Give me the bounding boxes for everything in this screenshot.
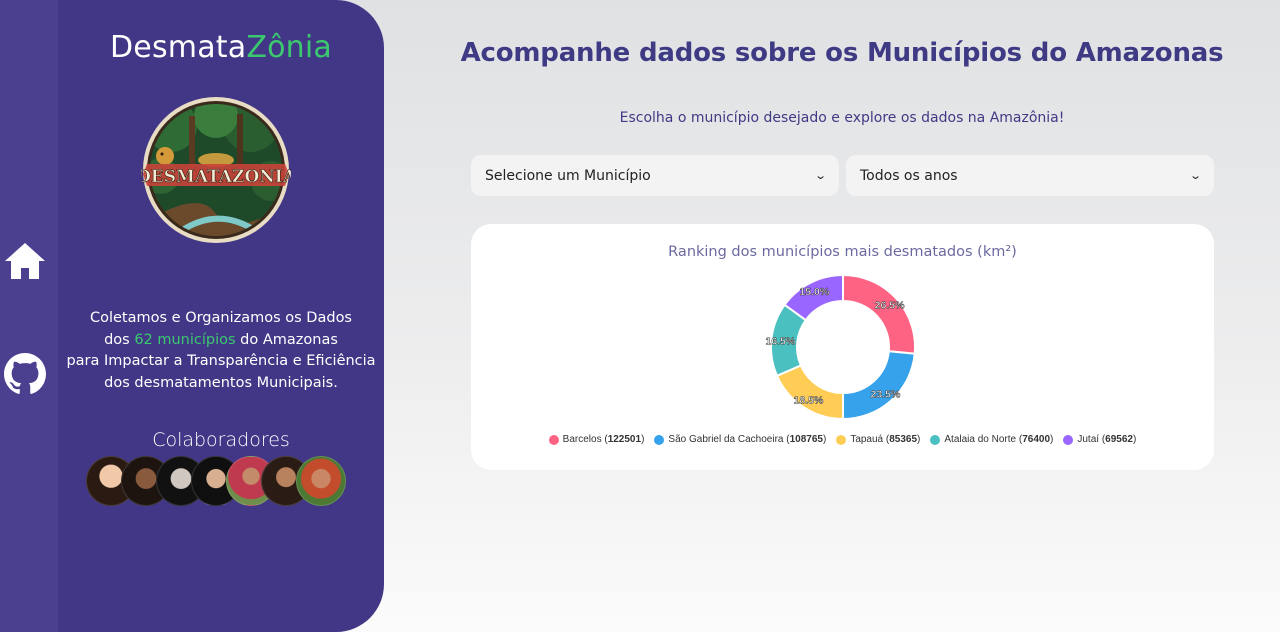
legend-swatch [654,434,665,445]
municipios-count: 62 municípios [134,331,236,348]
brand-prefix: Desmata [110,30,247,65]
legend-swatch [1063,434,1074,445]
icon-rail [0,0,58,632]
desmatazonia-logo: DESMATAZONIA [141,97,291,243]
slice-percent-label: 23.5% [871,389,901,401]
legend-swatch [836,434,847,445]
legend-label: Atalaia do Norte (76400) [944,434,1054,445]
year-select[interactable]: Todos os anos ⌄ [846,155,1214,196]
collaborators-title: Colaboradores [152,429,290,451]
legend-value: 76400 [1022,434,1051,445]
chart-card: Ranking dos municípios mais desmatados (… [471,224,1214,470]
sidebar: DesmataZônia DESMATAZONIA Coletamos e Or… [58,0,384,632]
brand-title[interactable]: DesmataZônia [58,30,384,65]
about-line-2-pre: dos [104,331,135,348]
legend-label: São Gabriel da Cachoeira (108765) [668,434,827,445]
municipio-select[interactable]: Selecione um Município ⌄ [471,155,839,196]
legend-item[interactable]: Atalaia do Norte (76400) [930,434,1053,445]
about-line-2: dos 62 municípios do Amazonas [58,330,384,352]
chart-title: Ranking dos municípios mais desmatados (… [668,244,1017,260]
chart-legend: Barcelos (122501) São Gabriel da Cachoeir… [471,434,1214,445]
logo-text: DESMATAZONIA [141,167,291,187]
donut-slice[interactable] [842,273,916,355]
legend-item[interactable]: Jutaí (69562) [1063,434,1136,445]
donut-slice[interactable] [842,350,916,421]
about-line-3: para Impactar a Transparência e Eficiênc… [66,353,376,369]
page-subtitle: Escolha o município desejado e explore o… [619,110,1065,126]
legend-value: 85365 [889,434,918,445]
about-text: Coletamos e Organizamos os Dados dos 62 … [58,308,384,394]
page-title: Acompanhe dados sobre os Municípios do A… [460,38,1224,68]
donut-chart: 26.5% 23.5% 18.5% 16.5% 15.0% [766,273,916,421]
year-select-value: Todos os anos [860,167,958,184]
brand-suffix: Zônia [246,30,332,65]
legend-label: Tapauá (85365) [850,434,921,445]
avatar[interactable] [296,456,346,506]
home-icon [5,243,45,279]
legend-item[interactable]: São Gabriel da Cachoeira (108765) [654,434,826,445]
legend-item[interactable]: Tapauá (85365) [836,434,920,445]
legend-swatch [930,434,941,445]
slice-percent-label: 15.0% [799,286,829,298]
slice-percent-label: 16.5% [766,335,796,347]
legend-value: 108765 [789,434,823,445]
chevron-down-icon: ⌄ [813,169,827,182]
donut-slice[interactable] [775,364,845,421]
legend-label: Jutaí (69562) [1077,434,1137,445]
about-line-2-post: do Amazonas [235,331,338,348]
municipio-select-value: Selecione um Município [485,167,651,184]
slice-percent-label: 26.5% [875,300,905,312]
chevron-down-icon: ⌄ [1188,169,1202,182]
about-line-4: dos desmatamentos Municipais. [104,374,338,391]
about-line-1: Coletamos e Organizamos os Dados [89,310,352,326]
legend-value: 122501 [607,434,642,445]
legend-swatch [548,434,559,445]
slice-percent-label: 18.5% [794,395,824,407]
collaborators-avatars [86,456,356,506]
legend-label: Barcelos (122501) [562,434,645,445]
github-button[interactable] [4,353,46,395]
github-icon [4,353,46,394]
legend-value: 69562 [1105,434,1133,445]
legend-item[interactable]: Barcelos (122501) [548,434,645,445]
home-button[interactable] [4,240,46,282]
